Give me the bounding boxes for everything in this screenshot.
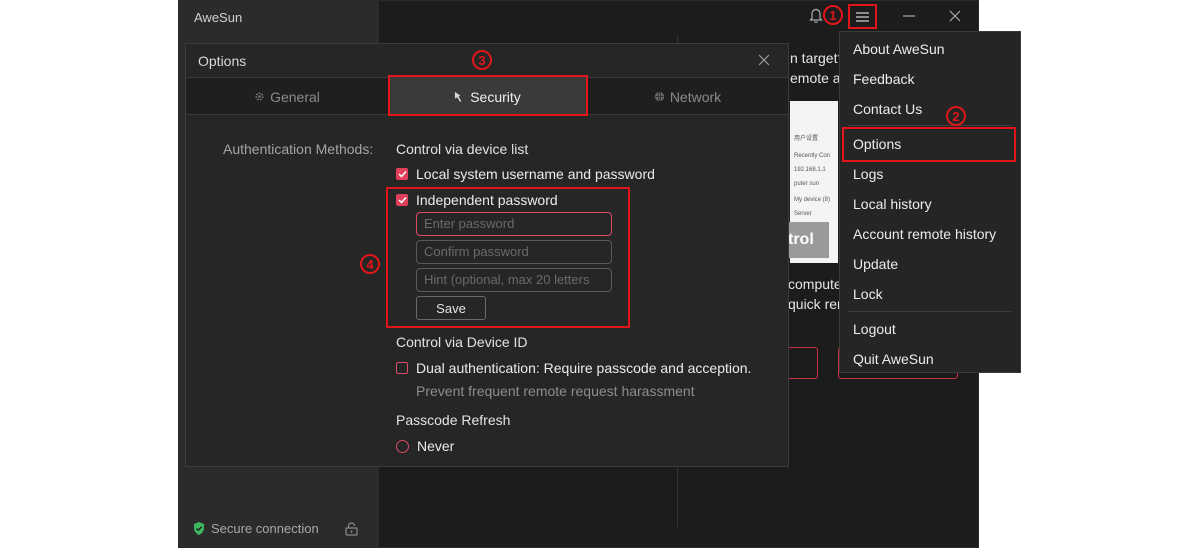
- globe-icon: [654, 91, 664, 102]
- lock-icon[interactable]: [345, 522, 358, 536]
- section-passcode-refresh: Passcode Refresh: [396, 412, 511, 428]
- section-device-id: Control via Device ID: [396, 334, 528, 350]
- bg-text-computer: compute: [788, 276, 842, 292]
- menu-item-logs[interactable]: Logs: [840, 159, 1020, 189]
- main-menu: About AweSun Feedback Contact Us Options…: [839, 31, 1021, 373]
- tab-network[interactable]: Network: [587, 78, 788, 115]
- window-close-button[interactable]: [945, 8, 965, 24]
- section-device-list: Control via device list: [396, 141, 529, 157]
- preview-line: 用户设置: [794, 136, 819, 142]
- bg-text-target: n target?: [790, 50, 846, 66]
- step-marker-4: 4: [360, 254, 380, 274]
- preview-line: 192.168.1.1: [794, 167, 826, 173]
- bell-icon[interactable]: [809, 8, 823, 24]
- menu-item-about[interactable]: About AweSun: [840, 34, 1020, 64]
- secure-connection-status: Secure connection: [193, 521, 319, 536]
- menu-item-lock[interactable]: Lock: [840, 279, 1020, 309]
- dialog-title: Options: [198, 53, 247, 69]
- minimize-icon: [903, 15, 915, 17]
- menu-item-local-history[interactable]: Local history: [840, 189, 1020, 219]
- radio-icon: [396, 439, 409, 453]
- menu-item-update[interactable]: Update: [840, 249, 1020, 279]
- tab-network-label: Network: [669, 88, 722, 105]
- close-icon: [949, 10, 961, 22]
- preview-line: My device (8): [794, 197, 831, 203]
- app-title: AweSun: [194, 10, 243, 25]
- gear-icon: [255, 92, 264, 101]
- checkbox-local-label: Local system username and password: [416, 166, 655, 182]
- highlight-security-tab: [388, 75, 588, 116]
- checkbox-unchecked-icon: [396, 362, 408, 374]
- menu-item-quit[interactable]: Quit AweSun: [840, 344, 1020, 374]
- tab-general-label: General: [270, 88, 320, 105]
- menu-button[interactable]: [851, 6, 874, 27]
- checkbox-checked-icon: [396, 168, 408, 180]
- checkbox-dual-label: Dual authentication: Require passcode an…: [416, 360, 752, 376]
- tab-general[interactable]: General: [186, 78, 388, 115]
- shield-icon: [194, 522, 204, 535]
- bg-text-quick: quick ren: [788, 296, 845, 312]
- preview-line: puter sun: [794, 181, 820, 187]
- dialog-close-icon[interactable]: [758, 54, 770, 66]
- checkbox-dual-auth[interactable]: Dual authentication: Require passcode an…: [396, 360, 751, 376]
- step-marker-2: 2: [946, 106, 966, 126]
- menu-separator: [848, 125, 1012, 126]
- step-marker-1: 1: [823, 5, 843, 25]
- dual-auth-note: Prevent frequent remote request harassme…: [416, 383, 695, 399]
- preview-line: Recently Con: [794, 153, 831, 159]
- secure-connection-label: Secure connection: [211, 521, 319, 536]
- radio-never-label: Never: [417, 438, 455, 454]
- menu-item-feedback[interactable]: Feedback: [840, 64, 1020, 94]
- highlight-independent-password: [386, 187, 630, 328]
- menu-item-account-history[interactable]: Account remote history: [840, 219, 1020, 249]
- highlight-options: [842, 127, 1016, 162]
- radio-never[interactable]: Never: [396, 438, 454, 454]
- menu-item-contact[interactable]: Contact Us: [840, 94, 1020, 124]
- auth-methods-label: Authentication Methods:: [223, 141, 374, 157]
- step-marker-3: 3: [472, 50, 492, 70]
- control-button-partial[interactable]: trol: [785, 222, 829, 258]
- preview-line: Server: [794, 211, 812, 217]
- minimize-button[interactable]: [899, 8, 919, 24]
- hamburger-icon: [856, 11, 869, 22]
- menu-item-logout[interactable]: Logout: [840, 314, 1020, 344]
- menu-separator: [848, 311, 1012, 312]
- checkbox-local-password[interactable]: Local system username and password: [396, 166, 655, 182]
